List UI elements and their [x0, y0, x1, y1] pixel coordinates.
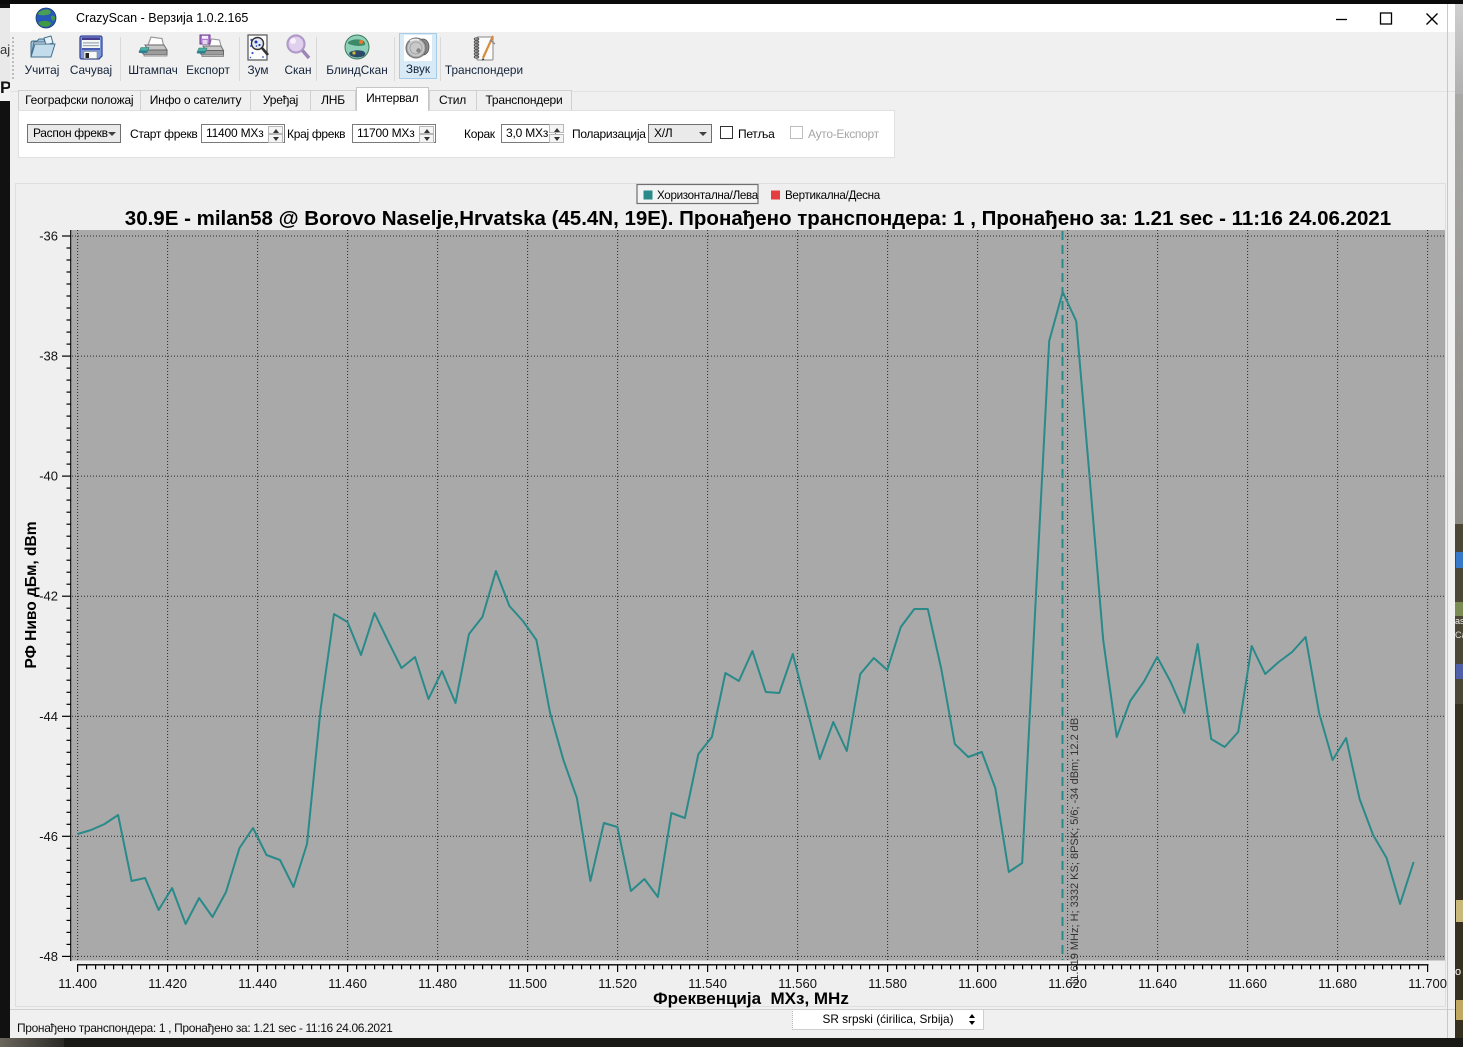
- svg-text:11.420: 11.420: [148, 976, 187, 991]
- svg-text:11.680: 11.680: [1318, 976, 1357, 991]
- svg-text:-38: -38: [39, 349, 58, 364]
- svg-text:Фреквенција МХз, MHz: Фреквенција МХз, MHz: [653, 989, 849, 1008]
- svg-text:11.500: 11.500: [508, 976, 547, 991]
- svg-text:11.440: 11.440: [238, 976, 277, 991]
- svg-text:30.9E - milan58 @ Borovo Nasel: 30.9E - milan58 @ Borovo Naselje,Hrvatsk…: [125, 207, 1391, 230]
- svg-text:11.640: 11.640: [1138, 976, 1177, 991]
- svg-text:11.600: 11.600: [958, 976, 997, 991]
- svg-text:-44: -44: [39, 709, 58, 724]
- svg-text:11.480: 11.480: [418, 976, 457, 991]
- svg-text:11.460: 11.460: [328, 976, 367, 991]
- svg-text:11.520: 11.520: [598, 976, 637, 991]
- svg-text:Хоризонтална/Лева: Хоризонтална/Лева: [657, 189, 759, 202]
- svg-text:Вертикална/Десна: Вертикална/Десна: [785, 189, 881, 202]
- svg-text:-36: -36: [39, 229, 58, 244]
- svg-text:-40: -40: [39, 469, 58, 484]
- svg-text:11.700: 11.700: [1408, 976, 1447, 991]
- svg-text:11.619 MHz; H; 3332 KS; 8PSK;: 11.619 MHz; H; 3332 KS; 8PSK; 5/6; -34 d…: [1069, 718, 1081, 986]
- svg-text:РФ Ниво дБм, dBm: РФ Ниво дБм, dBm: [23, 522, 40, 669]
- svg-text:-42: -42: [39, 589, 58, 604]
- svg-text:11.400: 11.400: [58, 976, 97, 991]
- svg-text:11.660: 11.660: [1228, 976, 1267, 991]
- svg-text:-48: -48: [39, 949, 58, 964]
- svg-text:-46: -46: [39, 829, 58, 844]
- svg-text:11.580: 11.580: [868, 976, 907, 991]
- svg-text:11.620: 11.620: [1048, 976, 1087, 991]
